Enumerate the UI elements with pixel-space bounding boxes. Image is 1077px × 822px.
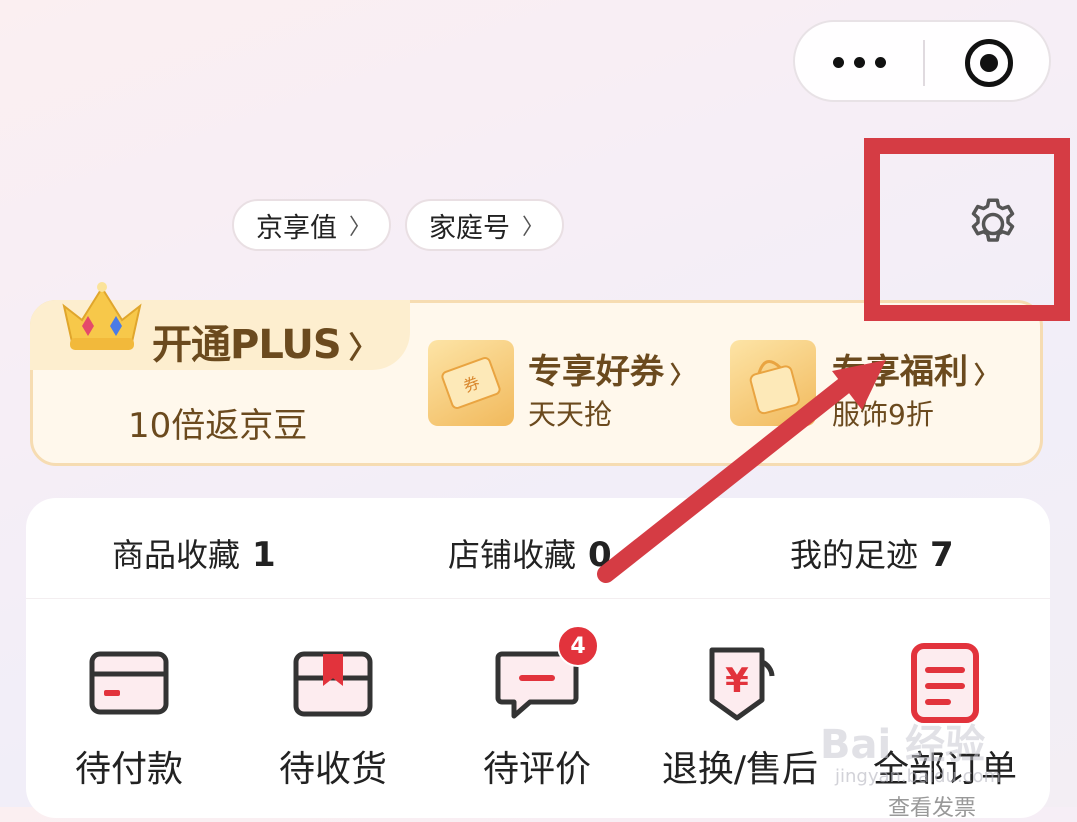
family-account-button[interactable]: 家庭号 〉 [405,199,565,251]
view-invoice-link[interactable]: 查看发票 [888,790,976,822]
order-label-unpaid[interactable]: 待付款 [29,740,229,792]
stat-label: 我的足迹 [790,536,919,574]
welfare-title: 专享福利 [832,352,968,392]
mini-program-capsule [793,20,1051,102]
ticket-icon: 券 [441,357,501,409]
welfare-subtitle: 服饰9折 [832,398,934,431]
crown-icon [62,282,142,350]
baidu-watermark: Bai 经验 [820,722,986,768]
chevron-right-icon: 〉 [974,361,998,389]
svg-text:¥: ¥ [725,661,749,701]
plus-subtitle: 10倍返京豆 [128,406,308,446]
divider [26,598,1050,599]
chevron-right-icon: 〉 [522,215,545,240]
stat-favorite-goods[interactable]: 商品收藏 1 [112,530,276,576]
jingxiang-value-label: 京享值 [256,212,337,244]
welfare-perk[interactable]: 专享福利〉 服饰9折 [832,344,998,433]
bag-icon [749,360,800,415]
order-label-to-review[interactable]: 待评价 [437,740,637,792]
target-icon[interactable] [965,39,1013,87]
more-dots-icon[interactable] [831,46,887,78]
order-label-refund[interactable]: 退换/售后 [640,740,840,792]
stat-label: 店铺收藏 [448,536,577,574]
coupon-title: 专享好券 [528,352,664,392]
baidu-watermark-url: jingyan.baidu.com [835,766,1002,787]
stat-footprint[interactable]: 我的足迹 7 [790,530,954,576]
pending-review-badge: 4 [557,625,599,667]
coupon-subtitle: 天天抢 [528,398,613,431]
chevron-right-icon: 〉 [348,331,379,366]
stat-count: 1 [252,535,276,575]
chevron-right-icon: 〉 [349,215,372,240]
stat-count: 7 [930,535,954,575]
card-icon[interactable] [86,640,172,726]
refund-icon[interactable]: ¥ [700,640,786,726]
highlight-box [864,138,1070,321]
coupon-thumbnail[interactable]: 券 [428,340,514,426]
jingxiang-value-button[interactable]: 京享值 〉 [232,199,392,251]
order-label-to-receive[interactable]: 待收货 [233,740,433,792]
stat-favorite-shops[interactable]: 店铺收藏 0 [448,530,612,576]
welfare-thumbnail[interactable] [730,340,816,426]
chevron-right-icon: 〉 [670,361,694,389]
capsule-divider [923,40,925,86]
plus-title-link[interactable]: 开通PLUS 〉 [152,312,379,370]
plus-title: 开通PLUS [152,322,342,368]
stat-label: 商品收藏 [112,536,241,574]
coupon-perk[interactable]: 专享好券〉 天天抢 [528,344,694,433]
package-icon[interactable] [290,640,376,726]
family-account-label: 家庭号 [429,212,510,244]
stat-count: 0 [588,535,612,575]
